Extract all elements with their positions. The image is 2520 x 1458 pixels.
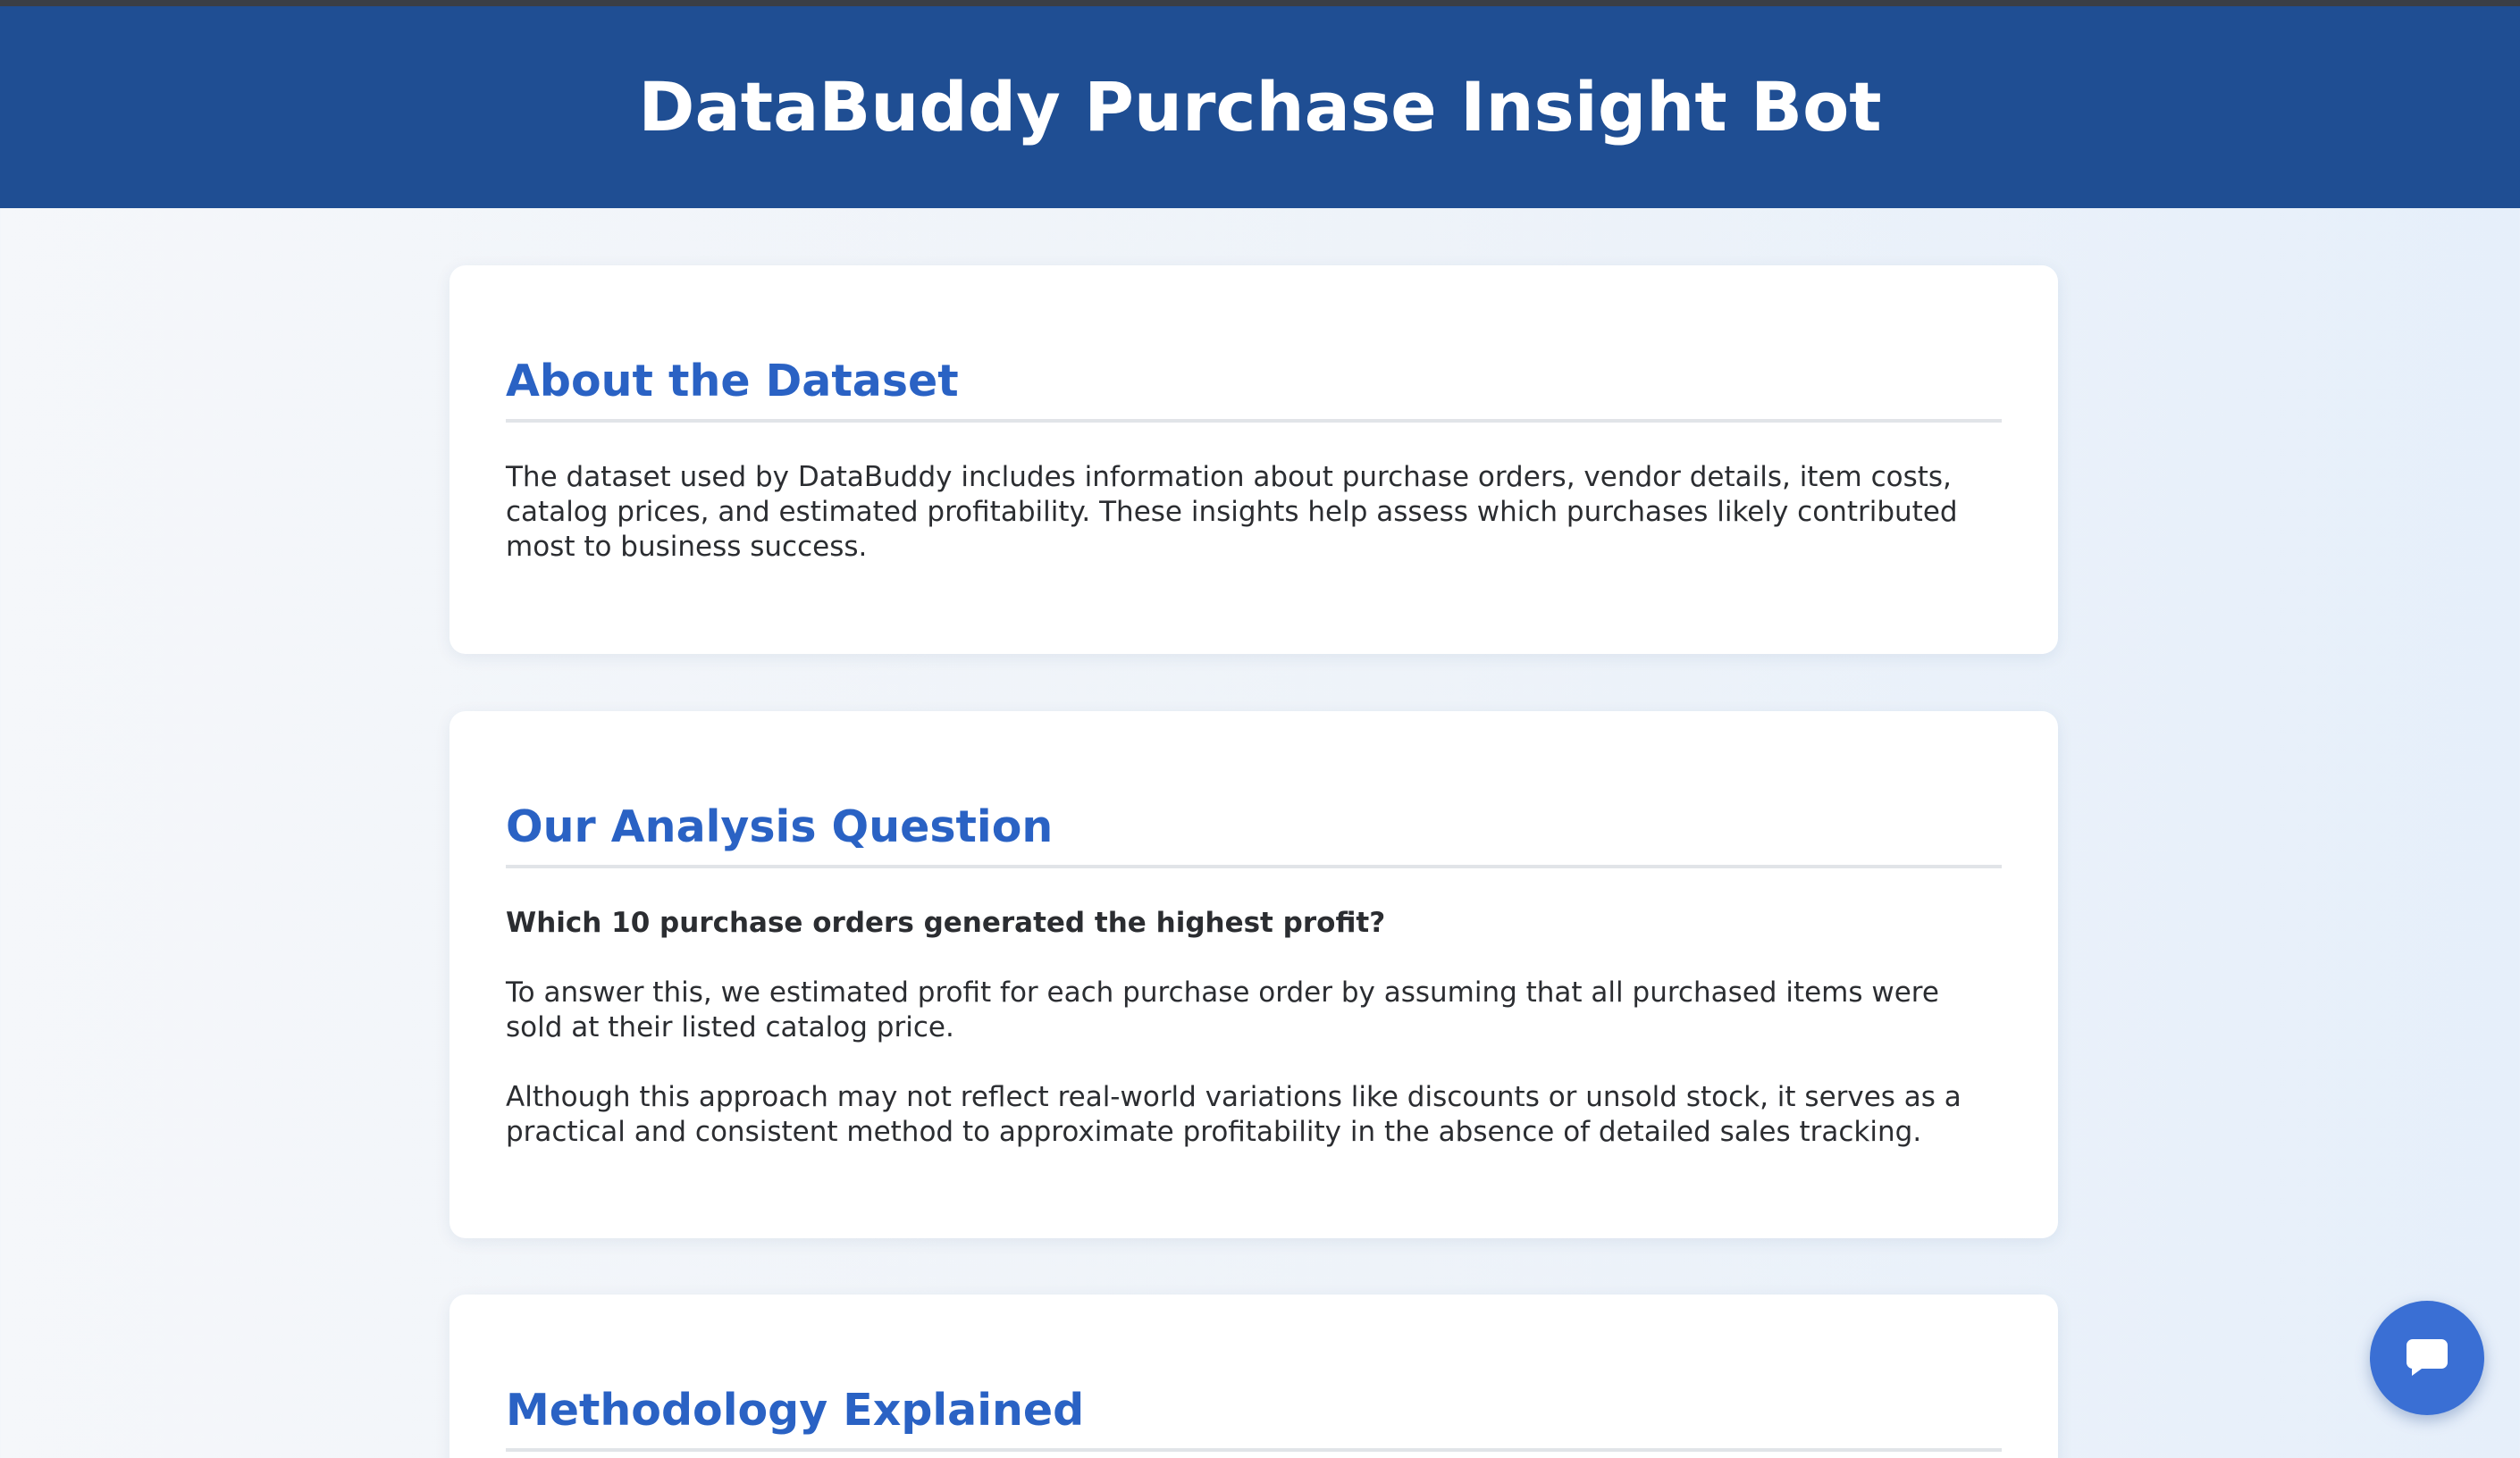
analysis-paragraph-caveat: Although this approach may not reflect r… — [506, 1081, 1961, 1148]
analysis-question-text: Which 10 purchase orders generated the h… — [506, 907, 1386, 939]
methodology-heading: Methodology Explained — [506, 1295, 2002, 1452]
analysis-question-heading: Our Analysis Question — [506, 711, 2002, 868]
about-dataset-card: About the Dataset The dataset used by Da… — [449, 265, 2058, 654]
methodology-card: Methodology Explained — [449, 1295, 2058, 1458]
chat-bubble-icon — [2407, 1339, 2448, 1376]
analysis-paragraph-assumption: To answer this, we estimated profit for … — [506, 976, 1939, 1043]
about-dataset-paragraph: The dataset used by DataBuddy includes i… — [506, 461, 1958, 563]
page-header: DataBuddy Purchase Insight Bot — [0, 6, 2520, 208]
page-title: DataBuddy Purchase Insight Bot — [638, 67, 1882, 147]
chat-button[interactable] — [2370, 1301, 2484, 1415]
window-top-edge — [0, 0, 2520, 6]
about-dataset-heading: About the Dataset — [506, 265, 2002, 423]
analysis-question-card: Our Analysis Question Which 10 purchase … — [449, 711, 2058, 1238]
